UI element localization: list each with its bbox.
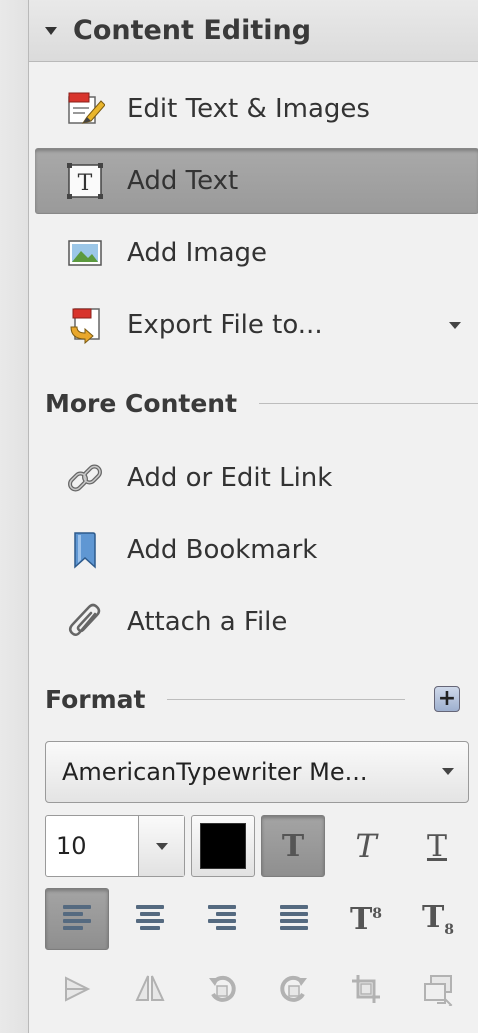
flip-vertical-icon <box>60 972 94 1010</box>
disclosure-triangle-icon[interactable] <box>45 26 57 35</box>
divider <box>167 698 405 700</box>
subhead-title: Format <box>45 684 146 714</box>
add-bookmark-tool[interactable]: Add Bookmark <box>35 517 478 583</box>
paperclip-icon <box>65 602 105 642</box>
add-text-tool[interactable]: T Add Text <box>35 148 478 214</box>
edit-text-images-tool[interactable]: Edit Text & Images <box>35 76 478 142</box>
subscript-glyph: T <box>421 900 445 935</box>
section-title: Content Editing <box>73 15 312 46</box>
more-content-header: More Content <box>45 383 478 423</box>
font-size-dropdown-button[interactable] <box>138 816 184 876</box>
superscript-glyph: T <box>349 901 373 937</box>
tool-label: Add or Edit Link <box>127 463 333 493</box>
format-header: Format <box>45 679 405 719</box>
content-editing-header[interactable]: Content Editing <box>29 0 478 62</box>
link-icon <box>65 458 105 498</box>
attach-file-tool[interactable]: Attach a File <box>35 589 478 655</box>
font-family-value: AmericanTypewriter Me... <box>62 758 368 786</box>
divider <box>259 402 478 404</box>
tool-label: Add Bookmark <box>127 535 318 565</box>
underline-t-icon: T <box>426 828 447 864</box>
tool-label: Add Image <box>127 238 268 268</box>
italic-t-icon: T <box>355 827 377 865</box>
rotate-cw-icon <box>277 972 311 1010</box>
flip-horizontal-button[interactable] <box>118 960 182 1022</box>
tool-label: Export File to... <box>127 310 323 340</box>
align-left-button[interactable] <box>45 888 109 950</box>
subhead-title: More Content <box>45 388 238 418</box>
replace-image-icon <box>421 972 455 1012</box>
align-center-button[interactable] <box>118 888 182 950</box>
bold-t-icon: T <box>281 828 305 864</box>
add-image-tool[interactable]: Add Image <box>35 220 478 286</box>
edit-text-images-icon <box>65 89 105 129</box>
font-family-select[interactable]: AmericanTypewriter Me... <box>45 741 469 803</box>
align-left-icon <box>60 902 94 936</box>
underline-style-button[interactable]: T <box>405 815 469 877</box>
align-justify-icon <box>277 902 311 936</box>
align-right-button[interactable] <box>190 888 254 950</box>
export-file-icon <box>65 305 105 345</box>
align-center-icon <box>133 902 167 936</box>
flip-horizontal-icon <box>133 972 167 1010</box>
flip-vertical-button[interactable] <box>45 960 109 1022</box>
text-color-button[interactable] <box>191 815 255 877</box>
subscript-mark: 8 <box>444 922 455 938</box>
replace-image-button[interactable] <box>406 960 470 1022</box>
superscript-mark: 8 <box>372 905 383 922</box>
add-image-icon <box>65 233 105 273</box>
export-file-tool[interactable]: Export File to... <box>35 292 478 358</box>
font-size-combo[interactable]: 10 <box>45 815 185 877</box>
align-right-icon <box>205 902 239 936</box>
rotate-ccw-icon <box>205 972 239 1010</box>
add-format-button[interactable]: + <box>434 686 460 712</box>
chevron-down-icon[interactable] <box>449 322 461 329</box>
tools-panel: Content Editing Edit Text & Images T Add… <box>28 0 478 1033</box>
tool-label: Add Text <box>127 166 239 196</box>
plus-icon: + <box>437 686 457 711</box>
crop-icon <box>349 972 383 1010</box>
subscript-button[interactable]: T8 <box>406 888 470 950</box>
subscript-icon: T8 <box>422 900 454 938</box>
superscript-button[interactable]: T8 <box>334 888 398 950</box>
font-size-value[interactable]: 10 <box>46 816 138 876</box>
chevron-down-icon <box>442 768 454 775</box>
add-edit-link-tool[interactable]: Add or Edit Link <box>35 445 478 511</box>
svg-text:T: T <box>78 171 93 196</box>
crop-button[interactable] <box>334 960 398 1022</box>
tool-label: Attach a File <box>127 607 288 637</box>
bold-style-button[interactable]: T <box>261 815 325 877</box>
superscript-icon: T8 <box>350 902 382 937</box>
bookmark-icon <box>65 530 105 570</box>
color-swatch <box>200 823 246 869</box>
align-justify-button[interactable] <box>262 888 326 950</box>
tool-label: Edit Text & Images <box>127 94 370 124</box>
add-text-icon: T <box>65 161 105 201</box>
rotate-clockwise-button[interactable] <box>262 960 326 1022</box>
rotate-counterclockwise-button[interactable] <box>190 960 254 1022</box>
italic-style-button[interactable]: T <box>334 815 398 877</box>
